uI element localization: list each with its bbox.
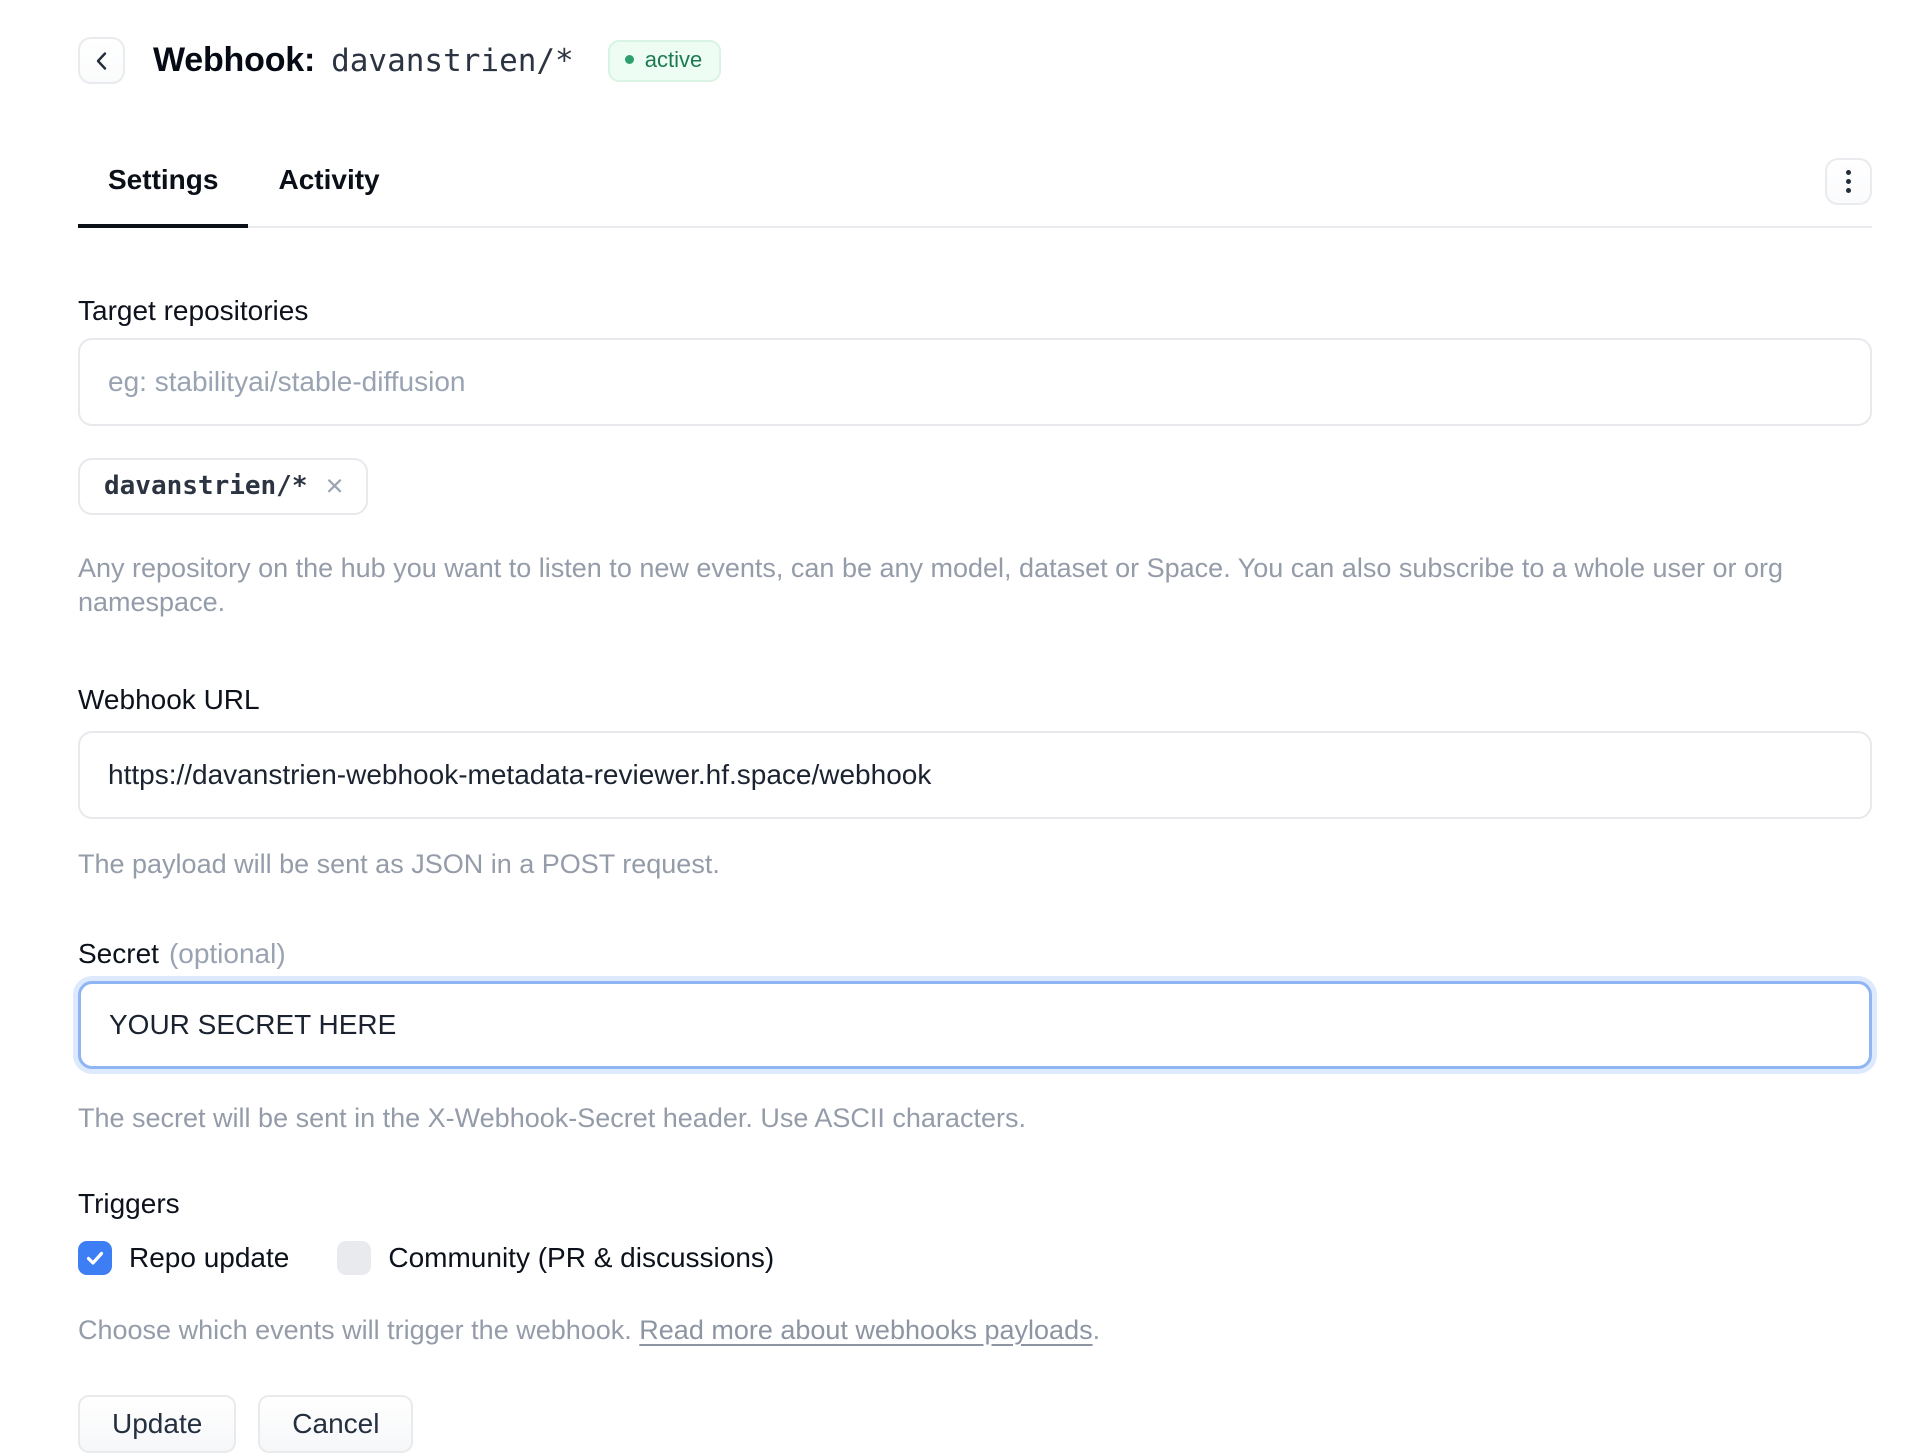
- cancel-button[interactable]: Cancel: [258, 1395, 413, 1453]
- status-badge-label: active: [645, 47, 702, 73]
- secret-label: Secret: [78, 937, 159, 971]
- community-label: Community (PR & discussions): [388, 1242, 774, 1274]
- form-actions: Update Cancel: [78, 1395, 1872, 1453]
- kebab-menu-button[interactable]: [1825, 158, 1872, 205]
- header: Webhook: davanstrien/* active: [78, 37, 1872, 84]
- webhook-url-input[interactable]: [78, 731, 1872, 819]
- repo-tag-chip: davanstrien/* ×: [78, 458, 368, 515]
- remove-tag-icon[interactable]: ×: [326, 470, 344, 501]
- webhook-name: davanstrien/*: [331, 43, 574, 79]
- triggers-help-suffix: .: [1093, 1315, 1101, 1345]
- webhook-url-label: Webhook URL: [78, 683, 1872, 717]
- secret-help: The secret will be sent in the X-Webhook…: [78, 1101, 1872, 1135]
- page-title: Webhook: davanstrien/*: [153, 41, 574, 80]
- tab-bar: Settings Activity: [78, 162, 1872, 228]
- target-repositories-input[interactable]: [78, 338, 1872, 426]
- trigger-option-repo-update[interactable]: Repo update: [78, 1241, 289, 1275]
- chevron-left-icon: [91, 50, 113, 72]
- checkmark-icon: [84, 1247, 106, 1269]
- community-checkbox[interactable]: [337, 1241, 371, 1275]
- triggers-label: Triggers: [78, 1187, 1872, 1221]
- page-title-label: Webhook:: [153, 41, 315, 80]
- repo-update-checkbox[interactable]: [78, 1241, 112, 1275]
- tab-activity[interactable]: Activity: [248, 162, 409, 228]
- repo-update-label: Repo update: [129, 1242, 289, 1274]
- secret-input[interactable]: [78, 981, 1872, 1069]
- webhook-url-help: The payload will be sent as JSON in a PO…: [78, 847, 1872, 881]
- webhooks-payloads-link[interactable]: Read more about webhooks payloads: [639, 1315, 1092, 1345]
- repo-tag-label: davanstrien/*: [104, 471, 308, 501]
- status-badge: active: [608, 40, 721, 82]
- secret-optional-hint: (optional): [169, 938, 286, 970]
- webhook-settings-page: Webhook: davanstrien/* active Settings A…: [0, 0, 1924, 1453]
- back-button[interactable]: [78, 37, 125, 84]
- target-repositories-label: Target repositories: [78, 294, 1872, 328]
- triggers-help-prefix: Choose which events will trigger the web…: [78, 1315, 639, 1345]
- triggers-options: Repo update Community (PR & discussions): [78, 1241, 1872, 1275]
- trigger-option-community[interactable]: Community (PR & discussions): [337, 1241, 774, 1275]
- triggers-help: Choose which events will trigger the web…: [78, 1313, 1872, 1347]
- status-dot-icon: [625, 55, 634, 64]
- target-repositories-help: Any repository on the hub you want to li…: [78, 551, 1872, 619]
- kebab-menu-icon: [1846, 170, 1851, 175]
- secret-label-row: Secret (optional): [78, 937, 1872, 971]
- tab-settings[interactable]: Settings: [78, 162, 248, 228]
- update-button[interactable]: Update: [78, 1395, 236, 1453]
